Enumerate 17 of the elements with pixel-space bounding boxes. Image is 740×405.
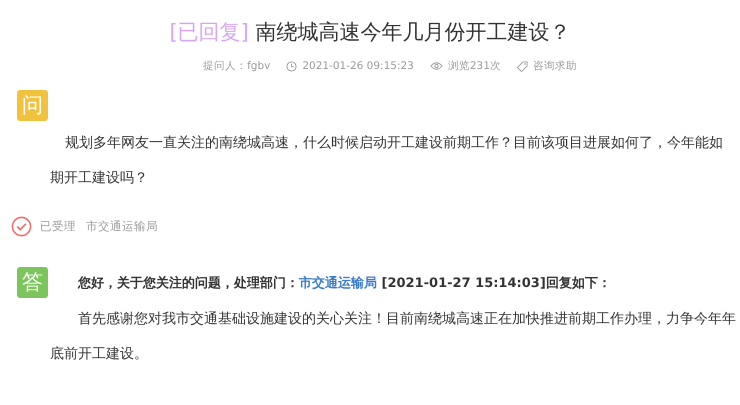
meta-text: 2021-01-26 09:15:23 [302,59,414,73]
eye-icon [430,61,443,71]
question-title: 南绕城高速今年几月份开工建设？ [256,20,571,44]
meta-text: 提问人：fgbv [203,59,270,73]
clock-icon [286,60,298,72]
status-label: 已受理 [40,219,76,234]
status-tag: [已回复] [169,20,249,44]
question-text: 规划多年网友一直关注的南绕城高速，什么时候启动开工建设前期工作？目前该项目进展如何了，今年能如期开工建设吗？ [50,134,724,188]
answer-badge: 答 [17,267,48,298]
department-link[interactable]: 市交通运输局 [299,276,377,290]
meta-text: 浏览231次 [448,59,501,73]
tag-icon [516,60,528,72]
meta-text: 咨询求助 [532,59,577,73]
question-badge: 问 [17,90,48,121]
answer-header: 您好，关于您关注的问题，处理部门：市交通运输局 [2021-01-27 15:14:03]回复如下： [78,274,611,292]
department-label: 市交通运输局 [86,219,158,234]
answer-text: 首先感谢您对我市交通基础设施建设的关心关注！目前南绕城高速正在加快推进前期工作办理，力争今年年底前开工建设。 [50,310,737,364]
